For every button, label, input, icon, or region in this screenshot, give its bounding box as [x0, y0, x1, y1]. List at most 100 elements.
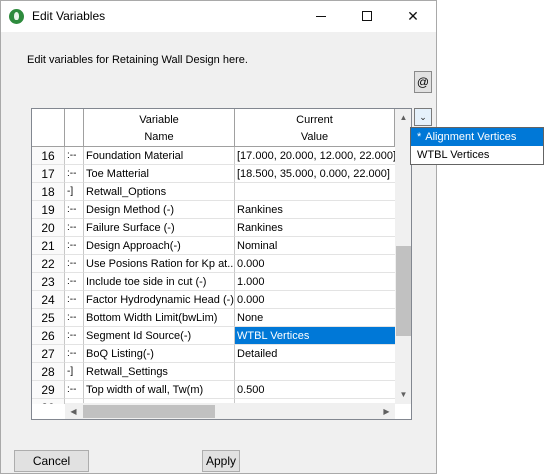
dropdown-option-label: Alignment Vertices — [425, 131, 517, 143]
table-row[interactable]: 27:-- BoQ Listing(-) Detailed — [32, 345, 395, 363]
current-value-cell[interactable] — [235, 363, 395, 381]
table-row[interactable]: 20:-- Failure Surface (-) Rankines — [32, 219, 395, 237]
variable-name-cell[interactable]: Factor Hydrodynamic Head (-) — [84, 291, 235, 309]
table-row[interactable]: 16:-- Foundation Material [17.000, 20.000,… — [32, 147, 395, 165]
dropdown-toggle-button[interactable]: ⌄ — [414, 108, 432, 126]
expand-marker-cell[interactable]: :-- — [65, 291, 84, 309]
scroll-down-icon[interactable]: ▼ — [395, 386, 411, 403]
table-row[interactable]: 29:-- Top width of wall, Tw(m) 0.500 — [32, 381, 395, 399]
scroll-left-icon[interactable]: ◀ — [65, 403, 82, 419]
table-row[interactable]: 26:-- Segment Id Source(-) WTBL Vertices — [32, 327, 395, 345]
table-row[interactable]: 18 -] Retwall_Options — [32, 183, 395, 201]
variable-name-cell[interactable]: Retwall_Options — [84, 183, 235, 201]
grid-rows: 16:-- Foundation Material [17.000, 20.000,… — [32, 147, 395, 404]
expand-marker-cell[interactable]: -] — [65, 363, 84, 381]
title-bar[interactable]: Edit Variables ✕ — [1, 1, 436, 32]
chevron-down-icon: ⌄ — [419, 111, 427, 122]
header-row-number — [32, 109, 65, 147]
current-value-cell[interactable]: 0.500 — [235, 381, 395, 399]
expand-marker-cell[interactable]: :-- — [65, 327, 84, 345]
edit-variables-window: Edit Variables ✕ Edit variables for Reta… — [0, 0, 437, 474]
table-row[interactable]: 24:-- Factor Hydrodynamic Head (-) 0.000 — [32, 291, 395, 309]
current-value-cell[interactable]: 0.000 — [235, 291, 395, 309]
apply-button[interactable]: Apply — [202, 450, 240, 472]
variable-name-cell[interactable]: Design Approach(-) — [84, 237, 235, 255]
current-value-cell[interactable]: Nominal — [235, 237, 395, 255]
description-text: Edit variables for Retaining Wall Design… — [27, 54, 248, 66]
table-row[interactable]: 21:-- Design Approach(-) Nominal — [32, 237, 395, 255]
variable-name-cell[interactable]: Use Posions Ration for Kp at... — [84, 255, 235, 273]
variable-name-cell[interactable]: Toe Matterial — [84, 165, 235, 183]
segment-source-dropdown-list: * Alignment Vertices WTBL Vertices — [410, 127, 544, 165]
expand-marker-cell[interactable]: :-- — [65, 345, 84, 363]
table-row[interactable]: 25:-- Bottom Width Limit(bwLim) None — [32, 309, 395, 327]
current-value-cell[interactable]: None — [235, 309, 395, 327]
table-row[interactable]: 19:-- Design Method (-) Rankines — [32, 201, 395, 219]
maximize-button[interactable] — [344, 1, 390, 31]
table-row[interactable]: 22:-- Use Posions Ration for Kp at... 0.00… — [32, 255, 395, 273]
close-button[interactable]: ✕ — [390, 1, 436, 31]
dropdown-option[interactable]: * Alignment Vertices — [411, 128, 543, 146]
minimize-button[interactable] — [298, 1, 344, 31]
variable-name-cell[interactable]: Design Method (-) — [84, 201, 235, 219]
row-number-cell: 26 — [32, 327, 65, 345]
expand-marker-cell[interactable]: :-- — [65, 309, 84, 327]
row-number-cell: 24 — [32, 291, 65, 309]
cancel-button[interactable]: Cancel — [14, 450, 89, 472]
table-row[interactable]: 28 -] Retwall_Settings — [32, 363, 395, 381]
at-button[interactable]: @ — [414, 71, 432, 93]
row-number-cell: 22 — [32, 255, 65, 273]
current-value-cell[interactable]: Rankines — [235, 219, 395, 237]
row-number-cell: 23 — [32, 273, 65, 291]
vertical-scroll-thumb[interactable] — [396, 246, 411, 336]
table-row[interactable]: 17:-- Toe Matterial [18.500, 35.000, 0.000… — [32, 165, 395, 183]
horizontal-scroll-thumb[interactable] — [83, 405, 215, 418]
dropdown-option-label: WTBL Vertices — [417, 149, 490, 161]
current-marker: * — [417, 131, 422, 143]
row-number-cell: 19 — [32, 201, 65, 219]
expand-marker-cell[interactable]: :-- — [65, 147, 84, 165]
dropdown-option[interactable]: WTBL Vertices — [411, 146, 543, 164]
expand-marker-cell[interactable]: :-- — [65, 381, 84, 399]
current-value-cell[interactable]: [18.500, 35.000, 0.000, 22.000] — [235, 165, 395, 183]
expand-marker-cell[interactable]: :-- — [65, 201, 84, 219]
current-value-cell[interactable]: 1.000 — [235, 273, 395, 291]
row-number-cell: 17 — [32, 165, 65, 183]
current-value-cell[interactable]: Detailed — [235, 345, 395, 363]
current-value-cell[interactable] — [235, 183, 395, 201]
variable-name-cell[interactable]: Bottom Width Limit(bwLim) — [84, 309, 235, 327]
close-icon: ✕ — [407, 7, 419, 24]
variables-grid: Variable Name Current Value 16:-- Foundatio… — [31, 108, 412, 420]
horizontal-scrollbar[interactable]: ◀ ▶ — [65, 403, 395, 419]
variable-name-cell[interactable]: Retwall_Settings — [84, 363, 235, 381]
expand-marker-cell[interactable]: :-- — [65, 165, 84, 183]
current-value-cell[interactable]: [17.000, 20.000, 12.000, 22.000] — [235, 147, 395, 165]
row-number-cell: 28 — [32, 363, 65, 381]
variable-name-cell[interactable]: Foundation Material — [84, 147, 235, 165]
row-number-cell: 29 — [32, 381, 65, 399]
row-number-cell: 16 — [32, 147, 65, 165]
expand-marker-cell[interactable]: :-- — [65, 273, 84, 291]
variable-name-cell[interactable]: Segment Id Source(-) — [84, 327, 235, 345]
current-value-cell[interactable]: Rankines — [235, 201, 395, 219]
expand-marker-cell[interactable]: -] — [65, 183, 84, 201]
current-value-cell[interactable]: WTBL Vertices — [235, 327, 395, 345]
row-number-cell: 20 — [32, 219, 65, 237]
expand-marker-cell[interactable]: :-- — [65, 255, 84, 273]
table-row[interactable]: 23:-- Include toe side in cut (-) 1.000 — [32, 273, 395, 291]
header-variable-name[interactable]: Variable Name — [84, 109, 235, 147]
scroll-up-icon[interactable]: ▲ — [395, 109, 411, 126]
expand-marker-cell[interactable]: :-- — [65, 237, 84, 255]
row-number-cell: 25 — [32, 309, 65, 327]
maximize-icon — [362, 11, 372, 21]
variable-name-cell[interactable]: BoQ Listing(-) — [84, 345, 235, 363]
minimize-icon — [316, 15, 326, 17]
variable-name-cell[interactable]: Include toe side in cut (-) — [84, 273, 235, 291]
variable-name-cell[interactable]: Failure Surface (-) — [84, 219, 235, 237]
expand-marker-cell[interactable]: :-- — [65, 219, 84, 237]
row-number-cell: 21 — [32, 237, 65, 255]
scroll-right-icon[interactable]: ▶ — [378, 403, 395, 419]
header-current-value[interactable]: Current Value — [235, 109, 395, 147]
variable-name-cell[interactable]: Top width of wall, Tw(m) — [84, 381, 235, 399]
current-value-cell[interactable]: 0.000 — [235, 255, 395, 273]
